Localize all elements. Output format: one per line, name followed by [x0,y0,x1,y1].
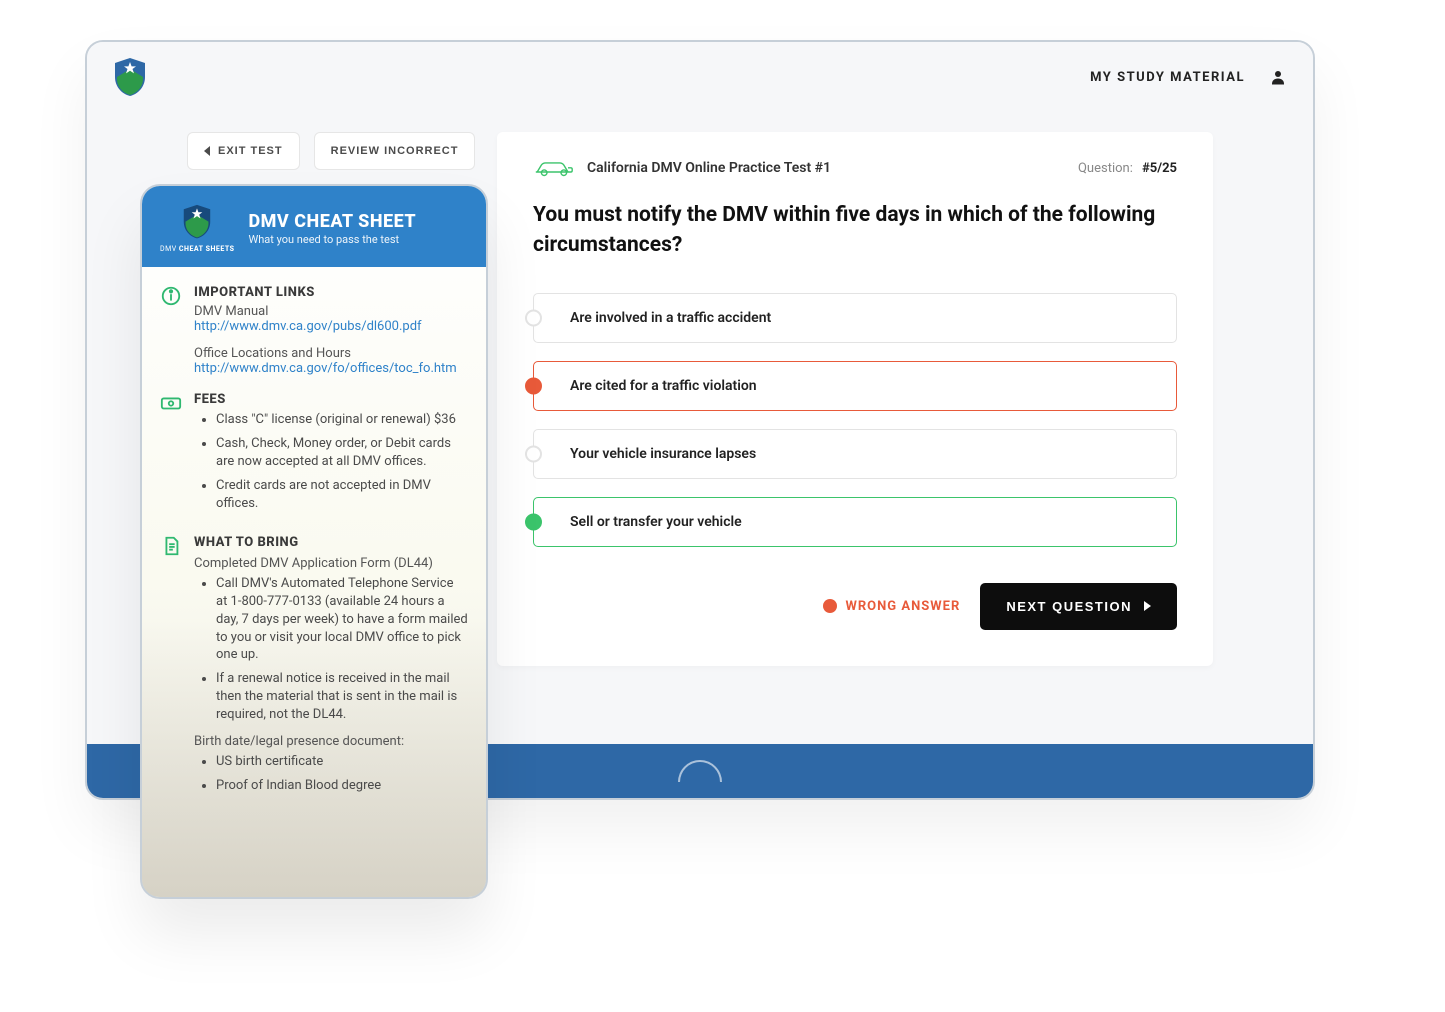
radio-icon [525,513,542,530]
review-incorrect-label: REVIEW INCORRECT [331,145,459,157]
wrong-answer-badge: WRONG ANSWER [823,599,960,614]
test-controls: EXIT TEST REVIEW INCORRECT [187,132,467,170]
cheat-sheet-subtitle: What you need to pass the test [248,233,416,246]
radio-icon [525,377,542,394]
radio-icon [525,445,542,462]
answer-option[interactable]: Are involved in a traffic accident [533,293,1177,343]
list-item: Cash, Check, Money order, or Debit cards… [216,435,468,471]
office-locations-link[interactable]: http://www.dmv.ca.gov/fo/offices/toc_fo.… [194,361,468,376]
birth-doc-list: US birth certificate Proof of Indian Bloo… [194,753,468,795]
bring-list: Call DMV's Automated Telephone Service a… [194,575,468,725]
radio-icon [525,309,542,326]
next-question-label: NEXT QUESTION [1006,599,1132,614]
fees-heading: FEES [194,392,468,407]
list-item: Credit cards are not accepted in DMV off… [216,477,468,513]
car-icon [533,158,575,178]
bring-intro: Completed DMV Application Form (DL44) [194,556,468,571]
exit-test-label: EXIT TEST [218,145,283,157]
answer-option[interactable]: Your vehicle insurance lapses [533,429,1177,479]
quiz-card: California DMV Online Practice Test #1 Q… [497,132,1213,666]
office-locations-label: Office Locations and Hours [194,346,468,361]
question-counter: Question: #5/25 [1078,161,1177,176]
list-item: Class "C" license (original or renewal) … [216,411,468,429]
answer-text: Your vehicle insurance lapses [570,446,756,462]
review-incorrect-button[interactable]: REVIEW INCORRECT [314,132,476,170]
answers-list: Are involved in a traffic accident Are ci… [533,293,1177,547]
important-links-heading: IMPORTANT LINKS [194,285,468,300]
fees-list: Class "C" license (original or renewal) … [194,411,468,513]
cheat-sheet-header: DMV CHEAT SHEETS DMV CHEAT SHEET What yo… [142,186,486,267]
answer-text: Are cited for a traffic violation [570,378,757,394]
list-item: US birth certificate [216,753,468,771]
user-icon[interactable] [1269,68,1287,86]
answer-option[interactable]: Are cited for a traffic violation [533,361,1177,411]
footer-arc-icon [678,760,722,782]
mobile-window: DMV CHEAT SHEETS DMV CHEAT SHEET What yo… [140,184,488,899]
dmv-manual-label: DMV Manual [194,304,468,319]
info-icon [160,285,182,376]
exit-test-button[interactable]: EXIT TEST [187,132,300,170]
list-item: Proof of Indian Blood degree [216,777,468,795]
cheat-sheet-title: DMV CHEAT SHEET [248,211,416,233]
list-item: If a renewal notice is received in the m… [216,670,468,724]
what-to-bring-heading: WHAT TO BRING [194,535,468,550]
app-logo-icon [113,57,147,97]
my-study-material-link[interactable]: MY STUDY MATERIAL [1090,70,1245,85]
answer-text: Are involved in a traffic accident [570,310,771,326]
birth-doc-label: Birth date/legal presence document: [194,734,468,749]
dmv-manual-link[interactable]: http://www.dmv.ca.gov/pubs/dl600.pdf [194,319,468,334]
caret-left-icon [204,146,210,156]
money-icon [160,392,182,519]
cheat-sheet-logo-caption: DMV CHEAT SHEETS [160,245,234,253]
question-text: You must notify the DMV within five days… [533,200,1177,261]
list-item: Call DMV's Automated Telephone Service a… [216,575,468,665]
app-header: MY STUDY MATERIAL [87,42,1313,112]
document-icon [160,535,182,801]
cheat-sheet-logo-icon [182,204,212,240]
quiz-title: California DMV Online Practice Test #1 [587,160,831,176]
next-question-button[interactable]: NEXT QUESTION [980,583,1177,630]
answer-option[interactable]: Sell or transfer your vehicle [533,497,1177,547]
caret-right-icon [1144,601,1151,611]
answer-text: Sell or transfer your vehicle [570,514,742,530]
